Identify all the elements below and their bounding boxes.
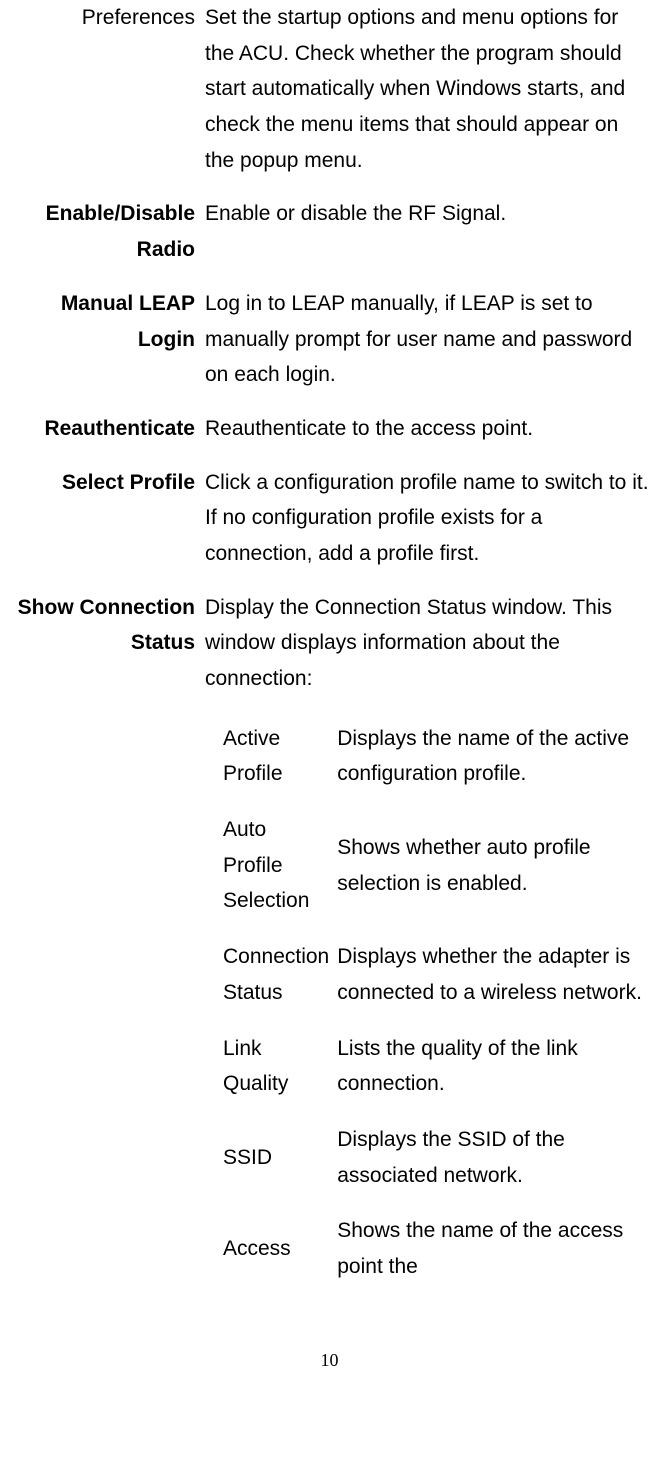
sub-definition-table: Active Profile Displays the name of the … — [205, 711, 649, 1295]
row-label: Manual LEAP Login — [10, 268, 205, 393]
sub-row-label: Access — [205, 1203, 337, 1294]
row-desc: Set the startup options and menu options… — [205, 0, 649, 178]
sub-row-label: Link Quality — [205, 1021, 337, 1112]
row-label: Enable/Disable Radio — [10, 178, 205, 267]
sub-row-label: SSID — [205, 1112, 337, 1203]
row-label: Reauthenticate — [10, 393, 205, 447]
sub-row-desc: Displays the name of the active configur… — [337, 711, 649, 802]
sub-row-label: Auto Profile Selection — [205, 802, 337, 929]
sub-row-desc: Displays the SSID of the associated netw… — [337, 1112, 649, 1203]
sub-row-desc: Lists the quality of the link connection… — [337, 1021, 649, 1112]
row-desc: Click a configuration profile name to sw… — [205, 447, 649, 572]
row-desc-text: Display the Connection Status window. Th… — [205, 596, 612, 690]
sub-row-desc: Displays whether the adapter is connecte… — [337, 929, 649, 1020]
sub-row-label: Connection Status — [205, 929, 337, 1020]
row-label: Preferences — [10, 0, 205, 178]
sub-row-desc: Shows the name of the access point the — [337, 1203, 649, 1294]
row-label: Select Profile — [10, 447, 205, 572]
row-desc: Reauthenticate to the access point. — [205, 393, 649, 447]
definition-table: Preferences Set the startup options and … — [10, 0, 649, 1295]
sub-row-label: Active Profile — [205, 711, 337, 802]
row-desc: Display the Connection Status window. Th… — [205, 572, 649, 1295]
page-number: 10 — [10, 1345, 649, 1376]
sub-row-desc: Shows whether auto profile selection is … — [337, 802, 649, 929]
row-desc: Enable or disable the RF Signal. — [205, 178, 649, 267]
row-label: Show Connection Status — [10, 572, 205, 1295]
row-desc: Log in to LEAP manually, if LEAP is set … — [205, 268, 649, 393]
